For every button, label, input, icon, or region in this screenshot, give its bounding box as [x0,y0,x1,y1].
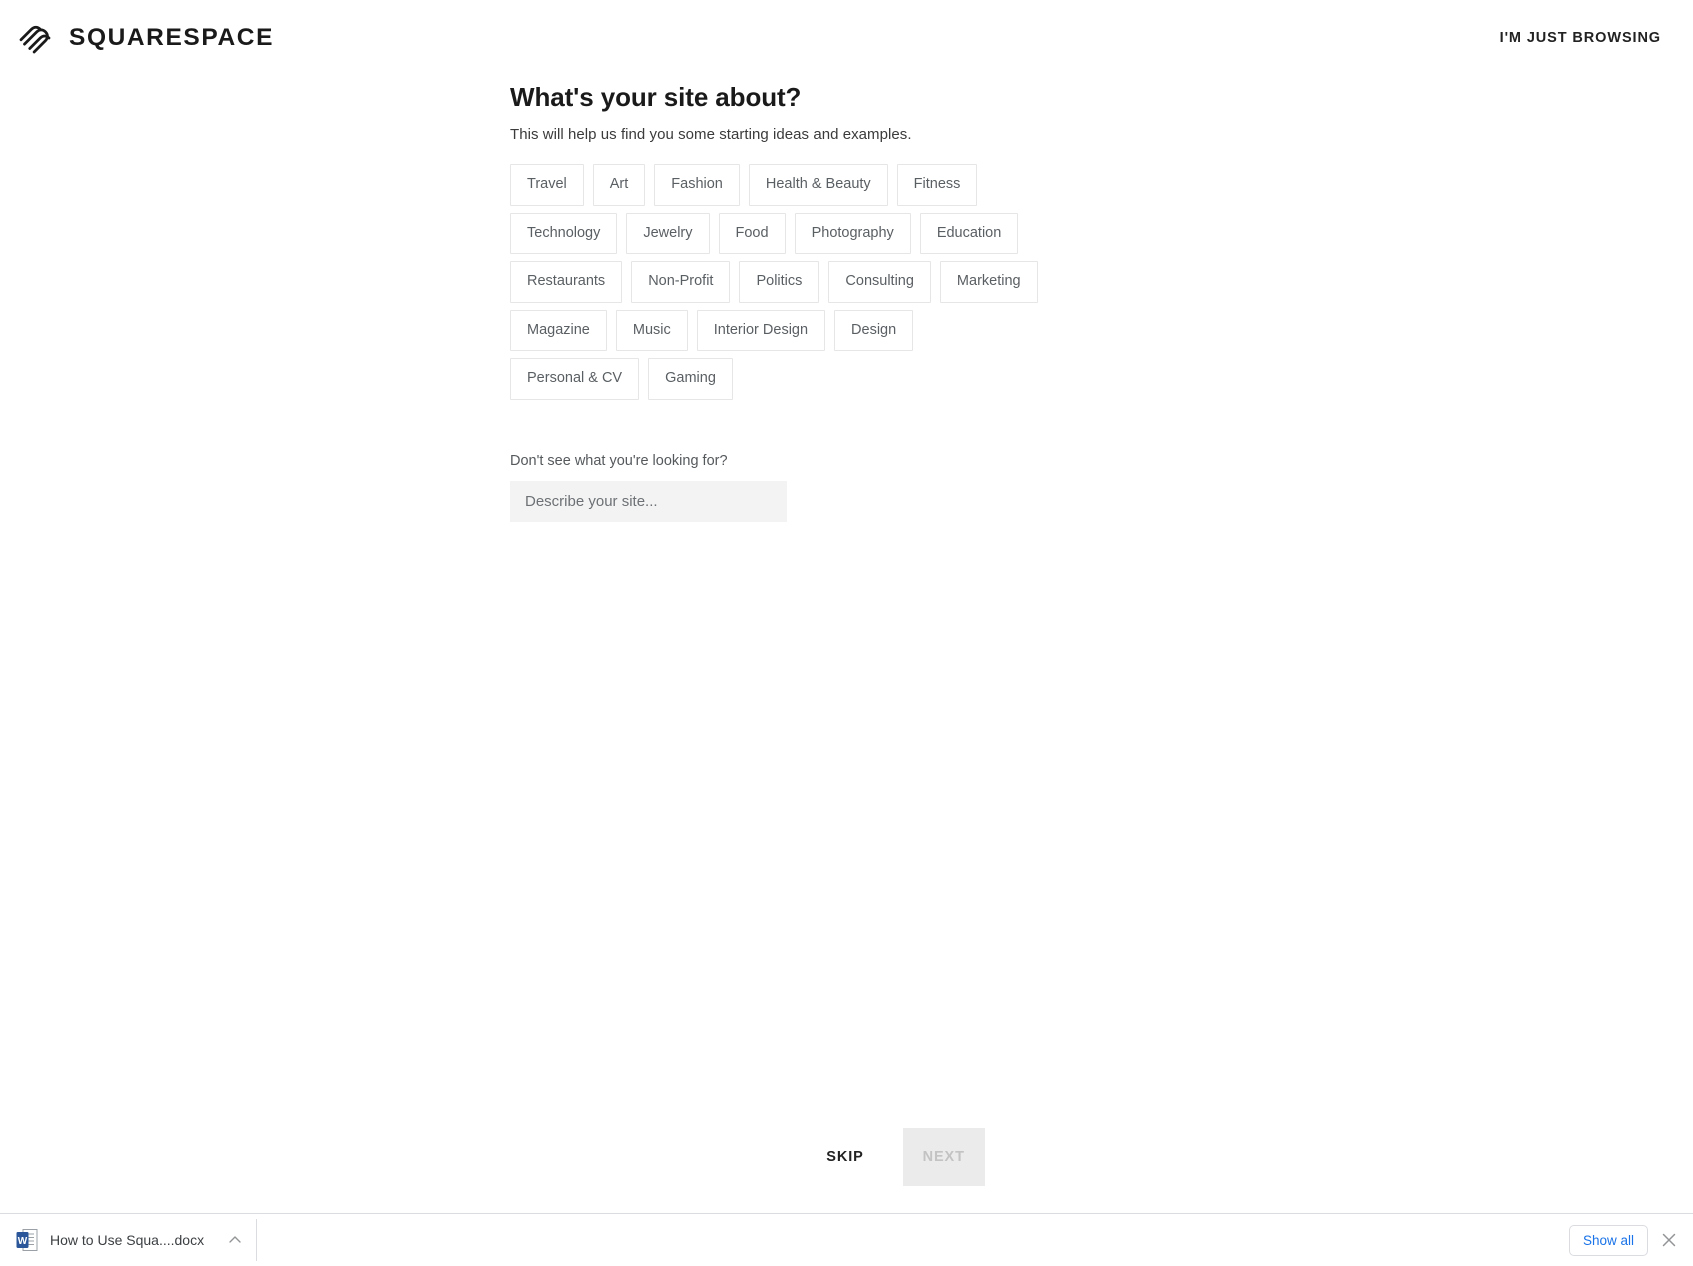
next-button[interactable]: NEXT [902,1128,985,1186]
category-chip-grid: Travel Art Fashion Health & Beauty Fitne… [510,164,1040,400]
download-bar-actions: Show all [1568,1224,1680,1256]
describe-site-label: Don't see what you're looking for? [510,452,728,469]
download-file-name: How to Use Squa....docx [50,1232,205,1248]
page-subtitle: This will help us find you some starting… [510,126,912,143]
im-just-browsing-link[interactable]: I'M JUST BROWSING [1498,24,1663,52]
skip-button[interactable]: SKIP [810,1137,879,1177]
category-chip[interactable]: Restaurants [510,261,623,303]
top-bar: SQUARESPACE I'M JUST BROWSING [0,0,1693,76]
category-chip[interactable]: Travel [510,164,584,206]
category-chip[interactable]: Food [718,212,786,255]
category-chip[interactable]: Photography [794,212,911,255]
chevron-up-icon[interactable] [226,1231,244,1249]
category-chip[interactable]: Fashion [654,164,740,206]
category-chip[interactable]: Health & Beauty [748,164,888,206]
close-icon[interactable] [1658,1229,1680,1251]
category-chip[interactable]: Jewelry [626,212,710,255]
footer-actions: SKIP NEXT [0,1128,1693,1186]
show-all-button[interactable]: Show all [1568,1224,1648,1256]
category-chip[interactable]: Music [615,309,688,352]
category-chip[interactable]: Magazine [510,309,607,352]
page-title: What's your site about? [510,82,802,112]
category-chip[interactable]: Politics [739,261,820,303]
category-chip[interactable]: Fitness [896,164,978,206]
squarespace-logo-icon [14,17,56,59]
describe-site-input[interactable] [510,480,787,522]
category-chip[interactable]: Interior Design [696,309,826,352]
brand-name: SQUARESPACE [69,24,275,51]
category-chip[interactable]: Gaming [648,358,733,400]
category-chip[interactable]: Education [919,212,1019,255]
category-chip[interactable]: Art [592,164,646,206]
category-chip[interactable]: Consulting [828,261,931,303]
svg-text:W: W [18,1236,28,1247]
main-content: What's your site about? This will help u… [510,76,1510,522]
category-chip[interactable]: Technology [510,212,618,255]
download-item[interactable]: W How to Use Squa....docx [10,1219,258,1261]
category-chip[interactable]: Marketing [939,261,1038,303]
download-bar: W How to Use Squa....docx Show all [0,1213,1693,1266]
category-chip[interactable]: Design [834,309,914,352]
brand-logo[interactable]: SQUARESPACE [14,17,274,59]
category-chip[interactable]: Personal & CV [510,358,640,400]
word-document-icon: W [16,1228,38,1252]
category-chip[interactable]: Non-Profit [631,261,731,303]
onboarding-page: SQUARESPACE I'M JUST BROWSING What's you… [0,0,1693,1266]
